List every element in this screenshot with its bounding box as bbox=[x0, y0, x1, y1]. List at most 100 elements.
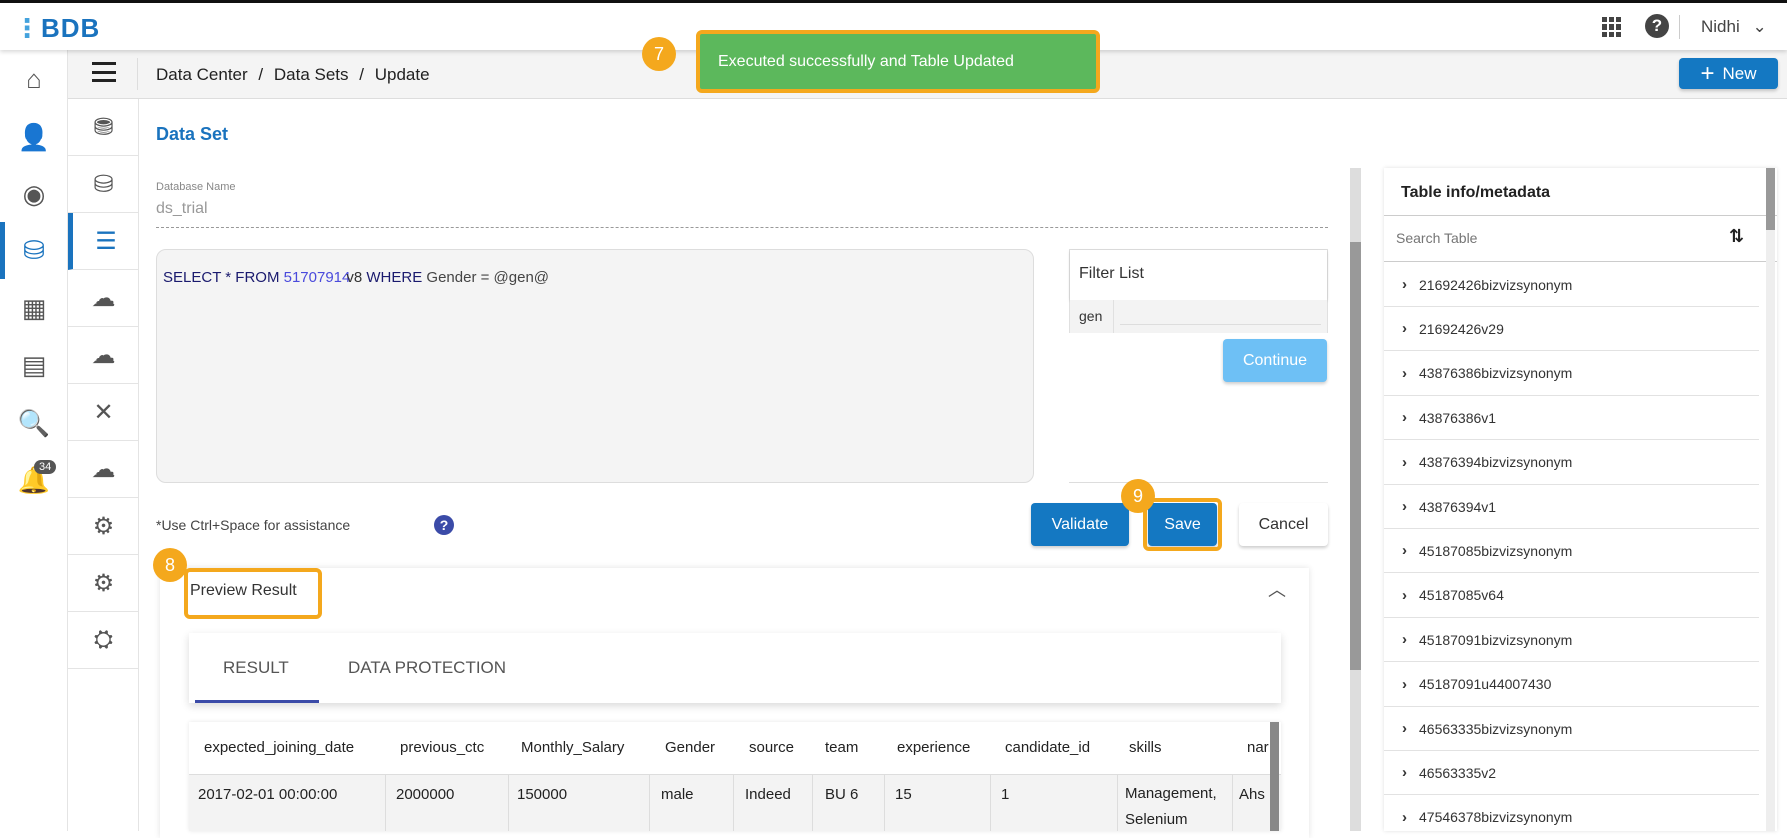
table-name: 45187085bizvizsynonym bbox=[1419, 542, 1573, 559]
table-name: 46563335v2 bbox=[1419, 764, 1497, 781]
sort-icon[interactable]: ⇅ bbox=[1729, 226, 1744, 247]
user-menu[interactable]: Nidhi ⌄ bbox=[1701, 17, 1767, 37]
new-button[interactable]: + New bbox=[1679, 58, 1778, 89]
hamburger-menu-icon[interactable] bbox=[92, 62, 116, 82]
tab-data-protection[interactable]: DATA PROTECTION bbox=[348, 658, 506, 678]
presentation-icon[interactable]: ▦ bbox=[14, 288, 54, 328]
chevron-right-icon: › bbox=[1402, 364, 1407, 382]
preview-tabs: RESULT DATA PROTECTION bbox=[189, 633, 1281, 703]
table-cell: 2017-02-01 00:00:00 bbox=[198, 786, 338, 803]
panel-scrollbar[interactable] bbox=[1766, 168, 1775, 831]
data-store-cloud-icon[interactable]: ☁ bbox=[68, 270, 139, 327]
column-header[interactable]: previous_ctc bbox=[400, 739, 484, 756]
table-list-item[interactable]: › 43876394v1 bbox=[1384, 485, 1759, 529]
new-button-label: New bbox=[1722, 63, 1757, 83]
database-name-field[interactable]: ds_trial bbox=[156, 200, 1328, 228]
table-name: 43876394bizvizsynonym bbox=[1419, 454, 1573, 471]
data-center-sidebar: ⛃ ⛁ ☰ ☁ ☁ ✕ ☁ ⚙ ⚙ ⛭ bbox=[68, 50, 139, 831]
table-list-item[interactable]: › 21692426v29 bbox=[1384, 307, 1759, 352]
breadcrumb-data-sets[interactable]: Data Sets bbox=[274, 65, 349, 84]
table-scrollbar[interactable] bbox=[1270, 722, 1279, 831]
chevron-right-icon: › bbox=[1402, 675, 1407, 693]
table-name: 43876386v1 bbox=[1419, 409, 1497, 426]
validate-button[interactable]: Validate bbox=[1031, 503, 1129, 546]
chevron-right-icon: › bbox=[1402, 542, 1407, 560]
sql-keyword: WHERE bbox=[366, 269, 423, 286]
help-icon[interactable]: ? bbox=[434, 515, 454, 535]
search-table: ⇅ bbox=[1384, 216, 1777, 262]
table-cell: 150000 bbox=[517, 786, 568, 803]
column-header[interactable]: expected_joining_date bbox=[204, 739, 354, 756]
main-scrollbar[interactable] bbox=[1350, 168, 1361, 831]
search-table-input[interactable] bbox=[1396, 230, 1696, 246]
apps-grid-icon[interactable] bbox=[1602, 17, 1622, 37]
sql-editor[interactable]: SELECT * FROM 51707914v8 WHERE Gender = … bbox=[156, 249, 1034, 483]
column-header[interactable]: experience bbox=[897, 739, 970, 756]
table-list-item[interactable]: › 45187091bizvizsynonym bbox=[1384, 618, 1759, 663]
column-header[interactable]: Monthly_Salary bbox=[521, 739, 624, 756]
table-list-item[interactable]: › 45187085v64 bbox=[1384, 574, 1759, 618]
tab-result[interactable]: RESULT bbox=[223, 658, 289, 678]
data-center-home-icon[interactable]: ⛃ bbox=[68, 99, 139, 156]
page-title: Data Set bbox=[156, 124, 229, 144]
table-list-item[interactable]: › 43876394bizvizsynonym bbox=[1384, 441, 1759, 485]
table-list-item[interactable]: › 45187085bizvizsynonym bbox=[1384, 529, 1759, 574]
data-settings-icon[interactable]: ⚙ bbox=[68, 498, 139, 555]
api-gear-icon[interactable]: ⚙ bbox=[68, 555, 139, 612]
save-highlight bbox=[1143, 498, 1222, 551]
preview-result-title[interactable]: Preview Result bbox=[190, 582, 297, 600]
table-list-item[interactable]: › 43876386v1 bbox=[1384, 396, 1759, 441]
data-transform-icon[interactable]: ✕ bbox=[68, 384, 139, 441]
column-header[interactable]: candidate_id bbox=[1005, 739, 1090, 756]
chevron-right-icon: › bbox=[1402, 453, 1407, 471]
editor-hint: *Use Ctrl+Space for assistance bbox=[156, 517, 351, 533]
data-layer-cloud-icon[interactable]: ☁ bbox=[68, 441, 139, 498]
table-metadata-panel: Table info/metadata ⇅ › 21692426bizvizsyn… bbox=[1384, 168, 1777, 831]
chevron-right-icon: › bbox=[1402, 631, 1407, 649]
table-list-item[interactable]: › 47546378bizvizsynonym bbox=[1384, 796, 1759, 831]
table-list-item[interactable]: › 43876386bizvizsynonym bbox=[1384, 352, 1759, 396]
notification-count: 34 bbox=[34, 460, 57, 474]
user-name: Nidhi bbox=[1701, 17, 1740, 36]
table-list-item[interactable]: › 46563335bizvizsynonym bbox=[1384, 707, 1759, 751]
panel-title: Table info/metadata bbox=[1384, 168, 1777, 216]
table-name: 46563335bizvizsynonym bbox=[1419, 720, 1573, 737]
data-search-report-icon[interactable]: ▤ bbox=[14, 345, 54, 385]
bdb-logo[interactable]: ⋮BDB bbox=[14, 13, 100, 44]
column-header[interactable]: skills bbox=[1129, 739, 1162, 756]
help-icon[interactable]: ? bbox=[1645, 14, 1669, 38]
breadcrumb-separator: / bbox=[359, 65, 364, 84]
chevron-right-icon: › bbox=[1402, 498, 1407, 515]
sql-table-suffix: v8 bbox=[346, 269, 363, 286]
table-list-item[interactable]: › 45187091u44007430 bbox=[1384, 663, 1759, 707]
user-security-icon[interactable]: ◉ bbox=[14, 174, 54, 214]
table-name: 45187091bizvizsynonym bbox=[1419, 631, 1573, 648]
step-badge-7: 7 bbox=[642, 37, 676, 71]
table-cell: 1 bbox=[1001, 786, 1010, 803]
continue-button[interactable]: Continue bbox=[1223, 339, 1327, 382]
cancel-button[interactable]: Cancel bbox=[1239, 503, 1328, 546]
data-connectors-icon[interactable]: ⛁ bbox=[68, 156, 139, 213]
data-sandbox-icon[interactable]: ⛭ bbox=[68, 612, 139, 669]
data-center-icon[interactable]: ⛁ bbox=[14, 230, 54, 270]
column-header[interactable]: team bbox=[825, 739, 858, 756]
table-name: 45187085v64 bbox=[1419, 587, 1504, 604]
table-list-item[interactable]: › 21692426bizvizsynonym bbox=[1384, 263, 1759, 307]
chevron-right-icon: › bbox=[1402, 320, 1407, 338]
user-settings-icon[interactable]: 👤 bbox=[14, 117, 54, 157]
data-sets-icon[interactable]: ☰ bbox=[68, 213, 139, 270]
breadcrumb-data-center[interactable]: Data Center bbox=[156, 65, 248, 84]
search-database-icon[interactable]: 🔍 bbox=[14, 403, 54, 443]
data-code-cloud-icon[interactable]: ☁ bbox=[68, 327, 139, 384]
filter-param-input[interactable] bbox=[1120, 306, 1321, 325]
column-header[interactable]: nar bbox=[1247, 739, 1269, 756]
column-header[interactable]: source bbox=[749, 739, 794, 756]
step-badge-8: 8 bbox=[153, 548, 187, 582]
table-list-item[interactable]: › 46563335v2 bbox=[1384, 751, 1759, 796]
chevron-right-icon: › bbox=[1402, 409, 1407, 427]
column-header[interactable]: Gender bbox=[665, 739, 715, 756]
divider bbox=[1069, 482, 1328, 483]
table-name: 45187091u44007430 bbox=[1419, 676, 1552, 693]
collapse-chevron-up-icon[interactable]: ︿ bbox=[1268, 576, 1286, 602]
home-icon[interactable]: ⌂ bbox=[14, 59, 54, 99]
